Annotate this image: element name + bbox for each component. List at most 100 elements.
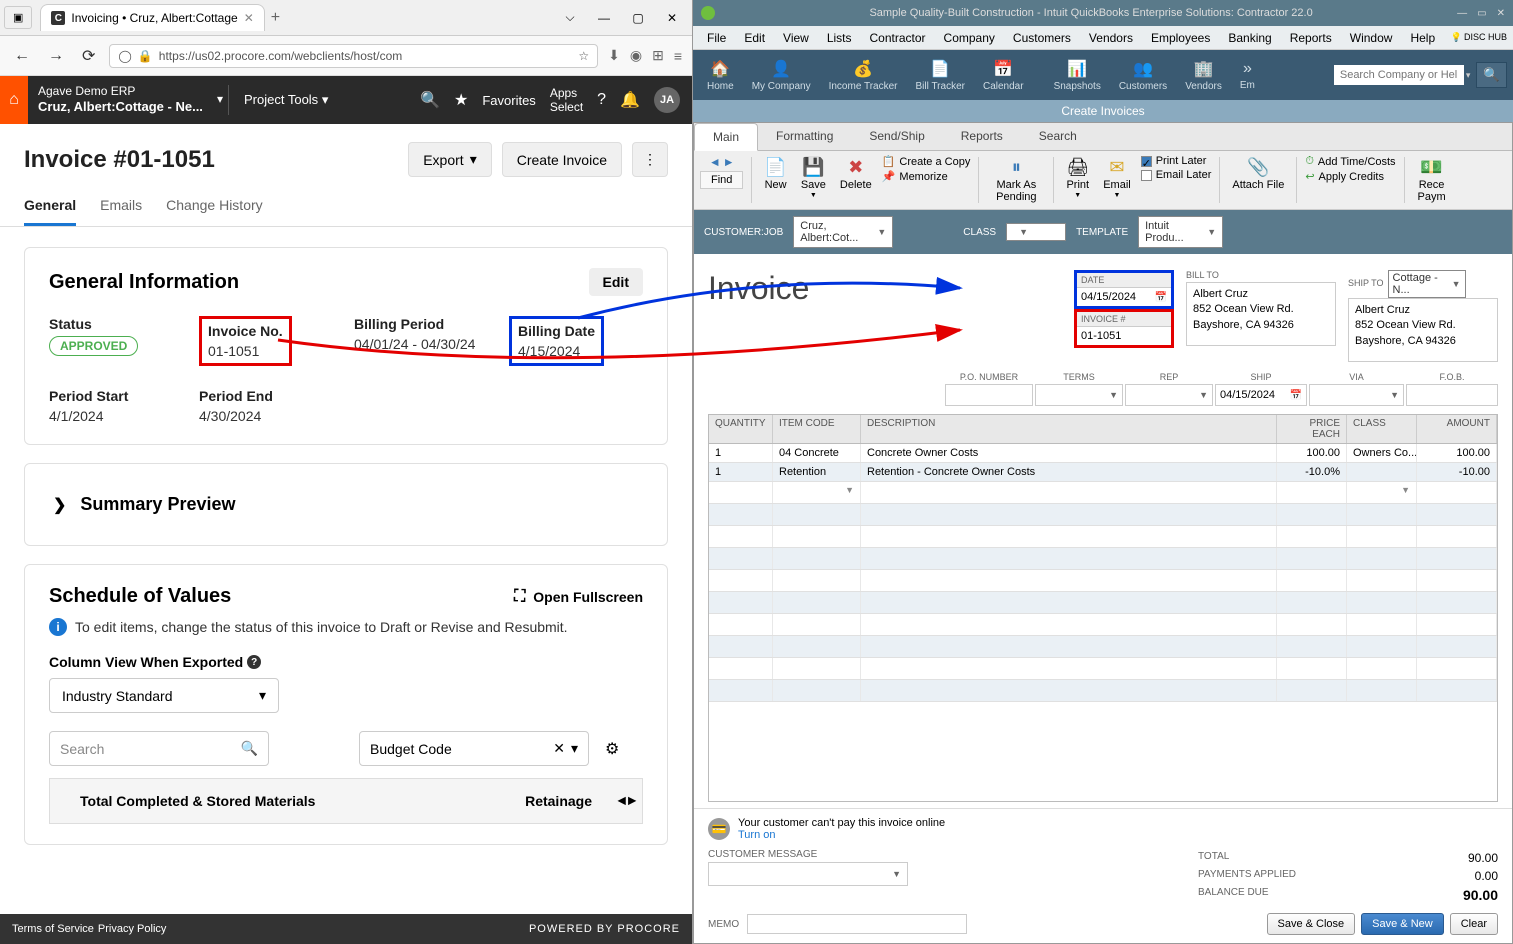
tool-income[interactable]: 💰Income Tracker	[821, 57, 906, 94]
find-button[interactable]: Find	[700, 171, 743, 189]
email-later-checkbox[interactable]: Email Later	[1141, 169, 1212, 181]
new-button[interactable]: 📄New	[760, 155, 790, 193]
print-button[interactable]: 🖨Print▼	[1062, 155, 1093, 201]
summary-toggle[interactable]: ❯ Summary Preview	[49, 484, 643, 525]
calendar-icon[interactable]: 📅	[1290, 390, 1302, 401]
tab-reports[interactable]: Reports	[943, 123, 1021, 150]
menu-view[interactable]: View	[775, 29, 817, 47]
menu-help[interactable]: Help	[1402, 29, 1443, 47]
search-dropdown-icon[interactable]: ▾	[1466, 70, 1471, 81]
url-bar[interactable]: ◯ 🔒 https://us02.procore.com/webclients/…	[109, 44, 598, 68]
reload-button[interactable]: ⟳	[78, 42, 99, 70]
extensions-icon[interactable]: ⊞	[652, 47, 664, 64]
tool-bill[interactable]: 📄Bill Tracker	[908, 57, 973, 94]
close-icon[interactable]: ✕	[1497, 8, 1505, 19]
table-row[interactable]: ▼ ▼	[709, 482, 1497, 504]
privacy-link[interactable]: Privacy Policy	[98, 923, 166, 935]
browser-tab[interactable]: C Invoicing • Cruz, Albert:Cottage ✕	[40, 4, 264, 31]
search-company-input[interactable]	[1334, 65, 1464, 85]
scroll-arrows[interactable]: ◀ ▶	[618, 796, 636, 807]
download-icon[interactable]: ⬇	[608, 47, 620, 64]
table-row[interactable]: 1 04 Concrete Concrete Owner Costs 100.0…	[709, 444, 1497, 463]
mark-pending-button[interactable]: ⏸Mark As Pending	[987, 155, 1045, 205]
menu-contractor[interactable]: Contractor	[862, 29, 934, 47]
close-icon[interactable]: ✕	[656, 4, 688, 32]
invoice-no-input[interactable]: 01-1051	[1077, 327, 1171, 345]
turn-on-link[interactable]: Turn on	[738, 829, 945, 841]
bell-icon[interactable]: 🔔	[620, 90, 640, 110]
tab-emails[interactable]: Emails	[100, 189, 142, 226]
tool-snapshots[interactable]: 📊Snapshots	[1046, 57, 1109, 94]
back-button[interactable]: ←	[10, 43, 34, 69]
billto-address[interactable]: Albert Cruz 852 Ocean View Rd. Bayshore,…	[1186, 282, 1336, 346]
tab-change-history[interactable]: Change History	[166, 189, 263, 226]
item-dropdown-icon[interactable]: ▼	[845, 485, 854, 495]
table-row[interactable]: 1 Retention Retention - Concrete Owner C…	[709, 463, 1497, 482]
menu-icon[interactable]: ≡	[674, 48, 682, 64]
menu-file[interactable]: File	[699, 29, 734, 47]
delete-button[interactable]: ✖Delete	[836, 155, 876, 193]
memo-input[interactable]	[747, 914, 967, 934]
apps-select[interactable]: AppsSelect	[550, 86, 583, 115]
project-tools-dropdown[interactable]: Project Tools ▾	[229, 92, 343, 108]
save-button[interactable]: 💾Save▼	[797, 155, 830, 201]
next-arrow-icon[interactable]: ►	[723, 155, 735, 169]
menu-window[interactable]: Window	[1342, 29, 1401, 47]
new-tab-button[interactable]: +	[271, 9, 280, 27]
template-dropdown[interactable]: Intuit Produ...▼	[1138, 216, 1223, 248]
tab-search[interactable]: Search	[1021, 123, 1095, 150]
minimize-icon[interactable]: ―	[588, 4, 620, 32]
more-button[interactable]: ⋮	[632, 142, 668, 177]
tab-general[interactable]: General	[24, 189, 76, 226]
shipto-address[interactable]: Albert Cruz 852 Ocean View Rd. Bayshore,…	[1348, 298, 1498, 362]
email-button[interactable]: ✉Email▼	[1099, 155, 1135, 201]
apply-credits-button[interactable]: ↩Apply Credits	[1305, 170, 1395, 183]
budget-code-select[interactable]: Budget Code ✕ ▾	[359, 731, 589, 766]
date-input[interactable]: 04/15/2024📅	[1077, 288, 1171, 306]
memorize-button[interactable]: 📌Memorize	[882, 170, 971, 183]
bookmark-icon[interactable]: ☆	[578, 49, 589, 63]
menu-lists[interactable]: Lists	[819, 29, 860, 47]
save-close-button[interactable]: Save & Close	[1267, 913, 1356, 935]
tool-home[interactable]: 🏠Home	[699, 57, 742, 94]
search-input[interactable]: Search 🔍	[49, 731, 269, 766]
class-dropdown[interactable]: ▼	[1006, 223, 1066, 241]
dropdown-icon[interactable]: ⌵	[554, 4, 586, 32]
account-icon[interactable]: ◉	[630, 47, 642, 64]
menu-banking[interactable]: Banking	[1220, 29, 1279, 47]
project-selector[interactable]: Agave Demo ERP Cruz, Albert:Cottage - Ne…	[28, 84, 228, 116]
tool-calendar[interactable]: 📅Calendar	[975, 57, 1032, 94]
menu-vendors[interactable]: Vendors	[1081, 29, 1141, 47]
fob-input[interactable]	[1406, 384, 1498, 406]
help-icon[interactable]: ?	[247, 655, 261, 669]
add-time-costs-button[interactable]: ⏱Add Time/Costs	[1305, 155, 1395, 168]
menu-reports[interactable]: Reports	[1282, 29, 1340, 47]
terms-input[interactable]: ▼	[1035, 384, 1123, 406]
clear-button[interactable]: Clear	[1450, 913, 1498, 935]
clear-icon[interactable]: ✕	[553, 740, 565, 757]
maximize-icon[interactable]: ▢	[622, 4, 654, 32]
home-icon[interactable]: ⌂	[0, 76, 28, 124]
create-copy-button[interactable]: 📋Create a Copy	[882, 155, 971, 168]
tab-send[interactable]: Send/Ship	[851, 123, 942, 150]
calendar-icon[interactable]: 📅	[1155, 292, 1167, 303]
export-button[interactable]: Export ▾	[408, 142, 492, 177]
fullscreen-button[interactable]: ⛶ Open Fullscreen	[514, 588, 643, 606]
user-avatar[interactable]: JA	[654, 87, 680, 113]
forward-button[interactable]: →	[44, 43, 68, 69]
menu-customers[interactable]: Customers	[1005, 29, 1079, 47]
settings-icon[interactable]: ⚙	[605, 739, 619, 759]
tool-employees[interactable]: »Em	[1232, 58, 1263, 93]
receive-payment-button[interactable]: 💵Rece Paym	[1413, 155, 1451, 205]
rep-input[interactable]: ▼	[1125, 384, 1213, 406]
tab-main[interactable]: Main	[694, 123, 758, 151]
menu-employees[interactable]: Employees	[1143, 29, 1218, 47]
customer-message-dropdown[interactable]: ▼	[708, 862, 908, 886]
menu-company[interactable]: Company	[936, 29, 1003, 47]
disc-hub-button[interactable]: 💡DISC HUB	[1451, 33, 1507, 42]
customer-dropdown[interactable]: Cruz, Albert:Cot...▼	[793, 216, 893, 248]
tool-customers[interactable]: 👥Customers	[1111, 57, 1175, 94]
minimize-icon[interactable]: ―	[1457, 8, 1467, 19]
search-icon[interactable]: 🔍	[420, 90, 440, 110]
tab-formatting[interactable]: Formatting	[758, 123, 851, 150]
